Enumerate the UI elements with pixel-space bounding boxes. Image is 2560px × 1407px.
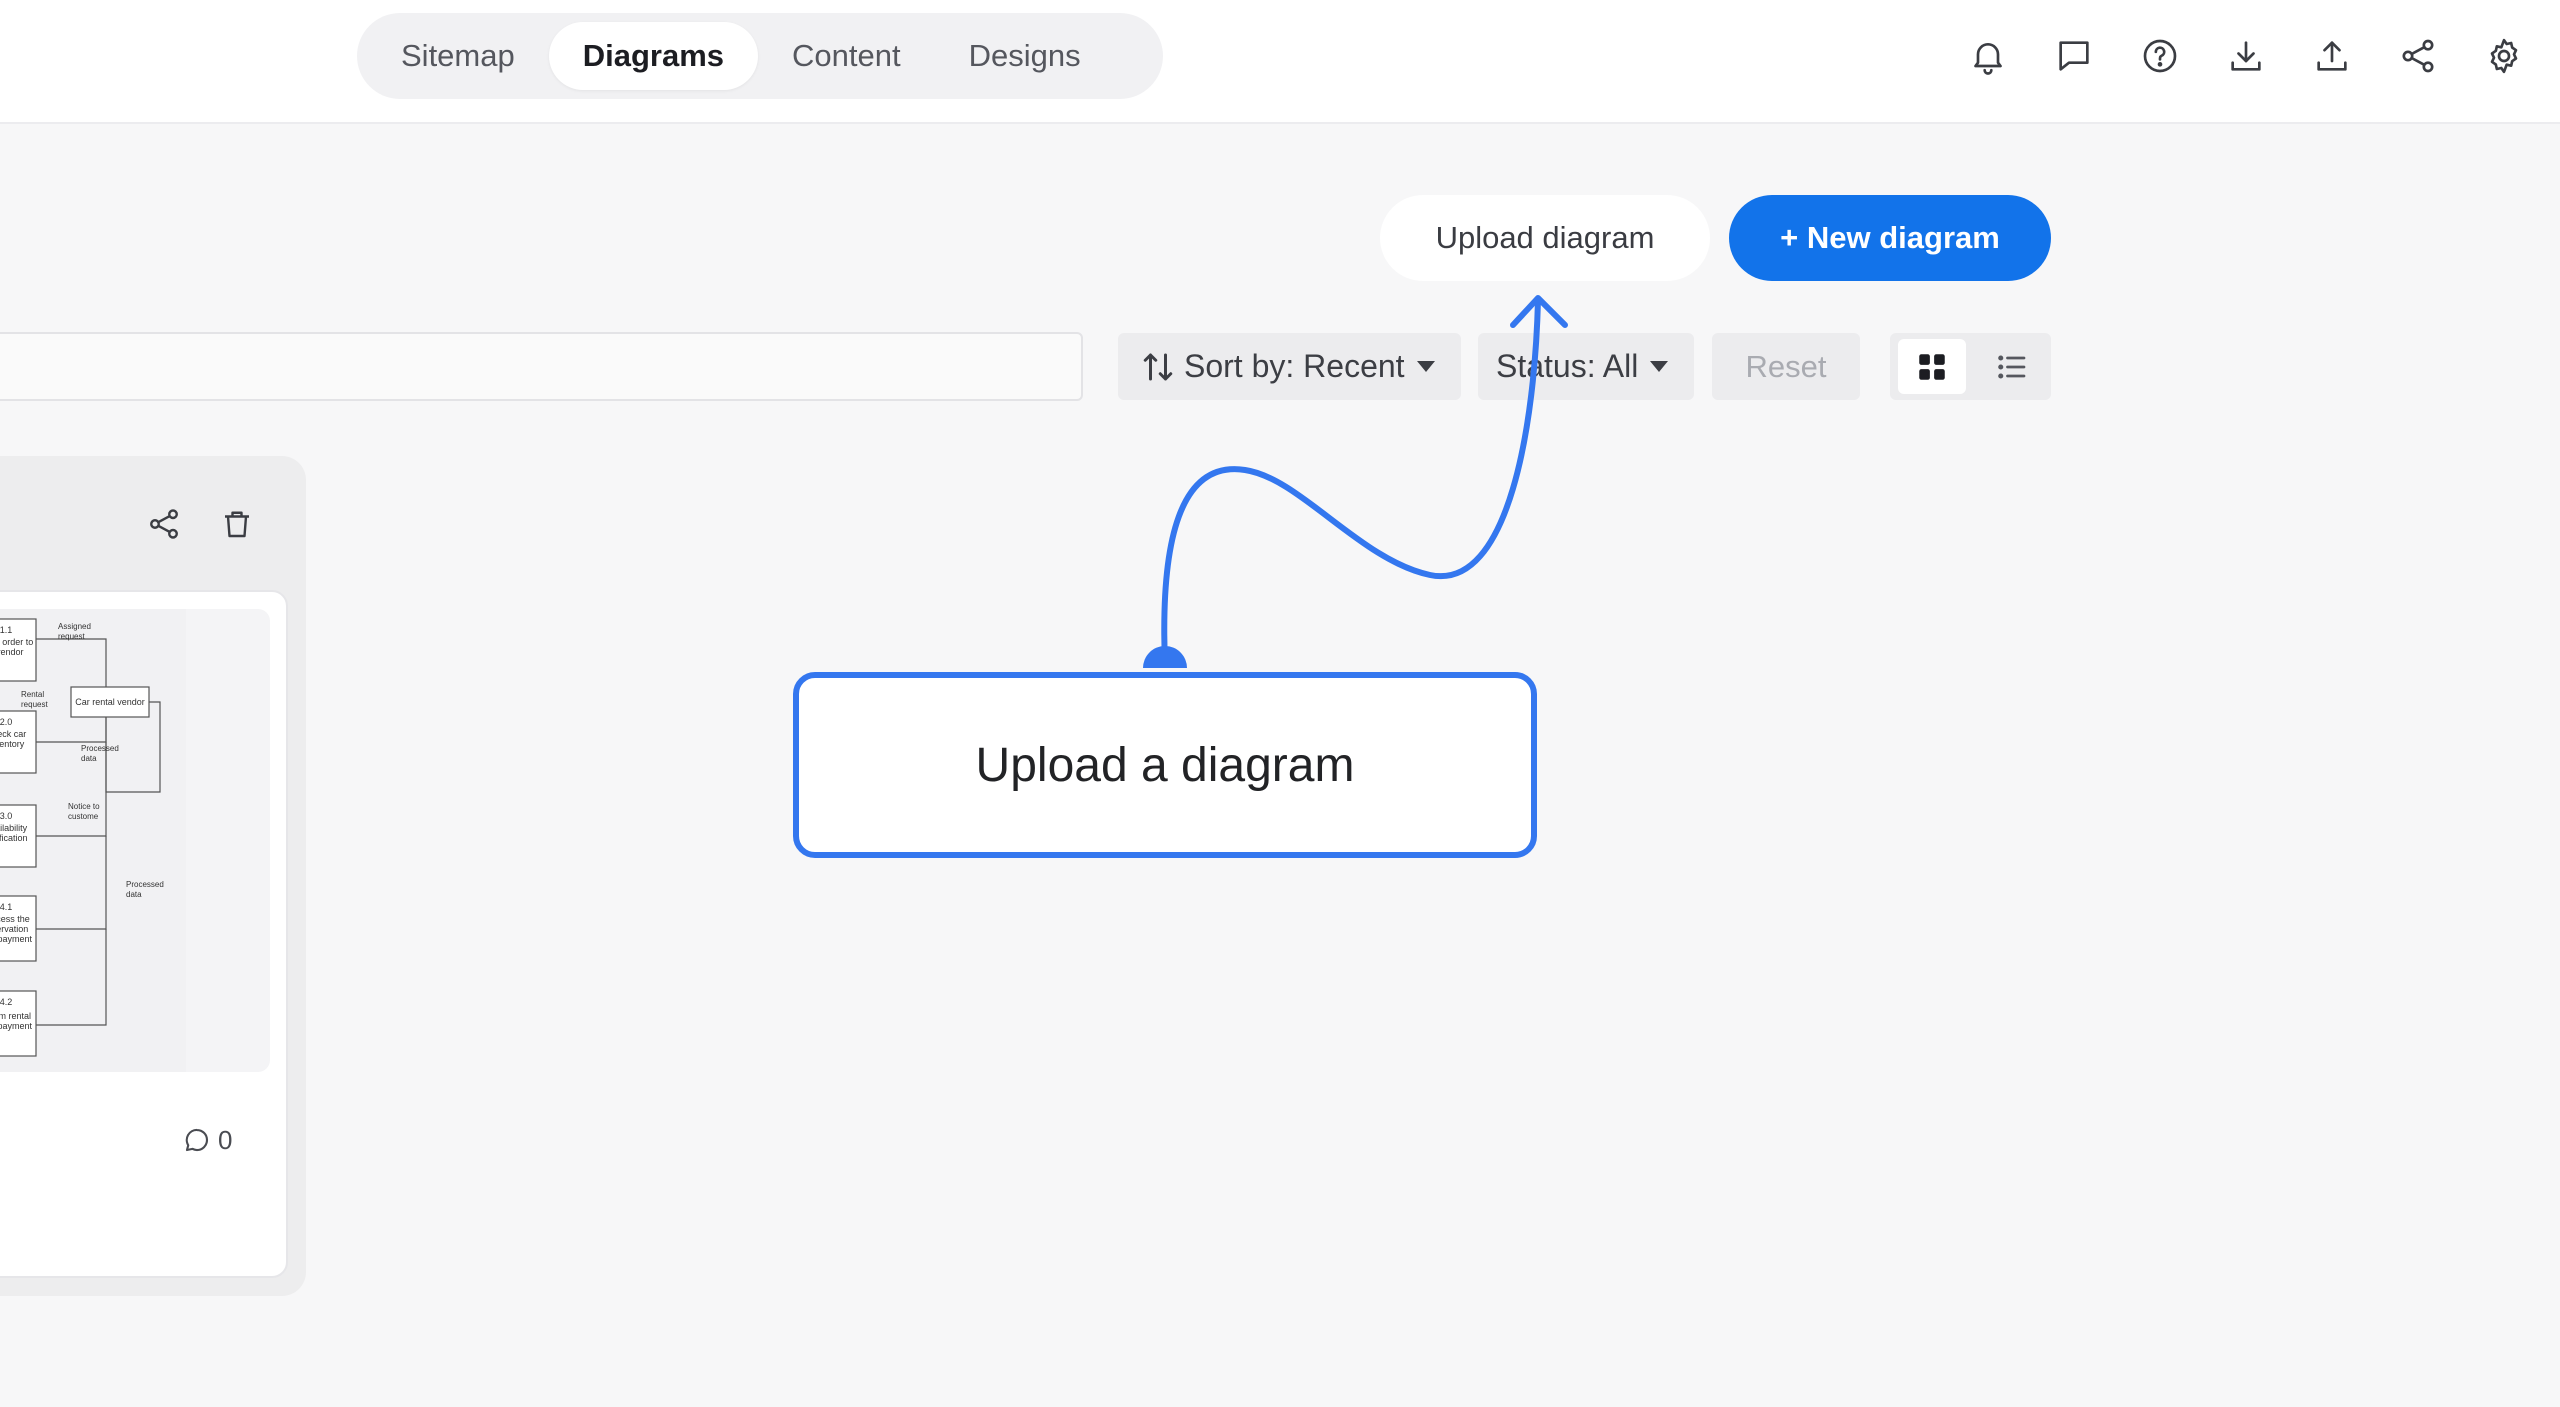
svg-text:2.0: 2.0 <box>0 717 12 727</box>
comment-count-value: 0 <box>218 1124 233 1155</box>
svg-text:Processed: Processed <box>81 744 119 753</box>
svg-text:data: data <box>81 754 97 763</box>
diagram-thumbnail[interactable]: 1.1 ssign order to a vendor 2.0 Check ca… <box>0 609 270 1072</box>
comment-icon <box>185 1128 209 1152</box>
trash-icon[interactable] <box>219 505 255 543</box>
tab-diagrams[interactable]: Diagrams <box>548 22 759 90</box>
svg-text:4.2: 4.2 <box>0 997 12 1007</box>
svg-text:Notice to: Notice to <box>68 802 100 811</box>
share-icon[interactable] <box>146 506 182 542</box>
upload-icon[interactable] <box>2312 36 2352 76</box>
bell-icon[interactable] <box>1968 36 2008 76</box>
help-icon[interactable] <box>2140 36 2180 76</box>
list-view-button[interactable] <box>1978 339 2046 394</box>
top-bar: Sitemap Diagrams Content Designs <box>0 0 2560 124</box>
download-icon[interactable] <box>2226 36 2266 76</box>
chevron-down-icon <box>1650 361 1669 372</box>
svg-text:Car rental vendor: Car rental vendor <box>75 697 145 707</box>
svg-text:and payment: and payment <box>0 1021 33 1031</box>
tab-sitemap[interactable]: Sitemap <box>367 22 549 90</box>
upload-diagram-button[interactable]: Upload diagram <box>1380 195 1710 281</box>
share-icon[interactable] <box>2398 36 2438 76</box>
svg-text:Assigned: Assigned <box>58 622 91 631</box>
svg-text:custome: custome <box>68 812 99 821</box>
settings-icon[interactable] <box>2484 36 2524 76</box>
list-icon <box>1998 354 2026 379</box>
svg-text:data: data <box>126 890 142 899</box>
tutorial-callout: Upload a diagram <box>793 672 1537 858</box>
svg-text:Rental: Rental <box>21 690 44 699</box>
grid-view-button[interactable] <box>1898 339 1966 394</box>
comment-count[interactable]: 0 <box>182 1124 232 1156</box>
tab-content[interactable]: Content <box>758 22 935 90</box>
grid-icon <box>1919 353 1945 380</box>
status-dropdown[interactable]: Status: All <box>1478 333 1694 400</box>
svg-text:reservation: reservation <box>0 924 28 934</box>
svg-text:and payment: and payment <box>0 934 33 944</box>
sort-label: Sort by: Recent <box>1184 348 1405 384</box>
svg-text:Processed: Processed <box>126 880 164 889</box>
svg-text:Check car: Check car <box>0 729 26 739</box>
status-label: Status: All <box>1496 348 1639 384</box>
chevron-down-icon <box>1416 361 1435 372</box>
tab-designs[interactable]: Designs <box>935 22 1115 90</box>
svg-text:ssign order to: ssign order to <box>0 637 33 647</box>
reset-button[interactable]: Reset <box>1712 333 1860 400</box>
search-input[interactable] <box>0 332 1083 401</box>
svg-text:request: request <box>21 700 48 709</box>
view-toggle <box>1890 333 2051 400</box>
svg-text:Availability: Availability <box>0 823 28 833</box>
svg-text:Process the: Process the <box>0 914 30 924</box>
sort-dropdown[interactable]: Sort by: Recent <box>1118 333 1461 400</box>
svg-text:notification: notification <box>0 833 28 843</box>
svg-text:1.1: 1.1 <box>0 625 12 635</box>
section-tabs: Sitemap Diagrams Content Designs <box>357 13 1163 99</box>
svg-text:4.1: 4.1 <box>0 902 12 912</box>
new-diagram-button[interactable]: + New diagram <box>1729 195 2051 281</box>
svg-text:a vendor: a vendor <box>0 647 24 657</box>
svg-text:request: request <box>58 632 85 641</box>
svg-text:3.0: 3.0 <box>0 811 12 821</box>
message-icon[interactable] <box>2054 36 2094 76</box>
svg-text:inventory: inventory <box>0 739 25 749</box>
sort-icon <box>1143 353 1173 380</box>
svg-text:onfirm rental: onfirm rental <box>0 1011 31 1021</box>
